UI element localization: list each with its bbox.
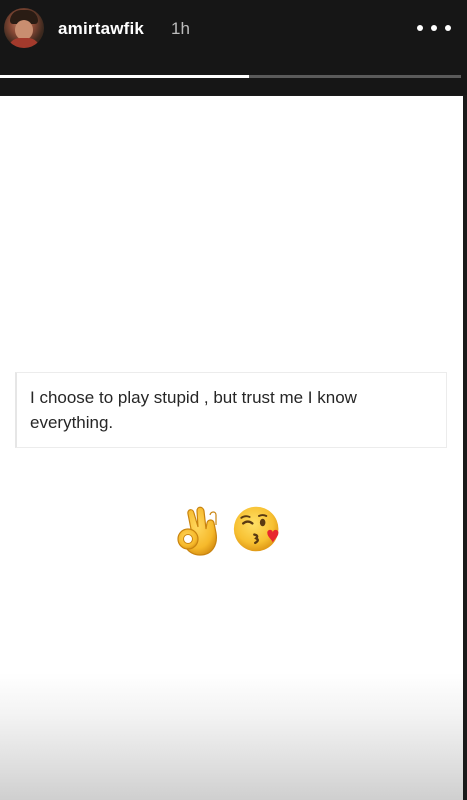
profile-avatar[interactable] (4, 8, 44, 48)
story-viewer: amirtawfik 1h I choose to play stupid , … (0, 0, 467, 800)
screen-edge (463, 96, 467, 800)
more-dot (417, 25, 423, 31)
face-blowing-kiss-icon (233, 506, 279, 552)
story-caption: I choose to play stupid , but trust me I… (30, 388, 357, 432)
ok-hand-icon (177, 506, 217, 556)
avatar-shirt (8, 38, 40, 48)
story-content[interactable] (0, 96, 463, 800)
story-progress-bar (0, 75, 461, 78)
post-time: 1h (171, 19, 190, 38)
shared-text-card: I choose to play stupid , but trust me I… (15, 372, 447, 448)
more-dot (445, 25, 451, 31)
more-horizontal-icon[interactable] (417, 18, 451, 38)
avatar-face (15, 20, 33, 40)
emoji-row (172, 499, 284, 559)
story-header: amirtawfik 1h (0, 0, 467, 95)
username-label[interactable]: amirtawfik (58, 19, 144, 39)
more-dot (431, 25, 437, 31)
story-progress-fill (0, 75, 249, 78)
